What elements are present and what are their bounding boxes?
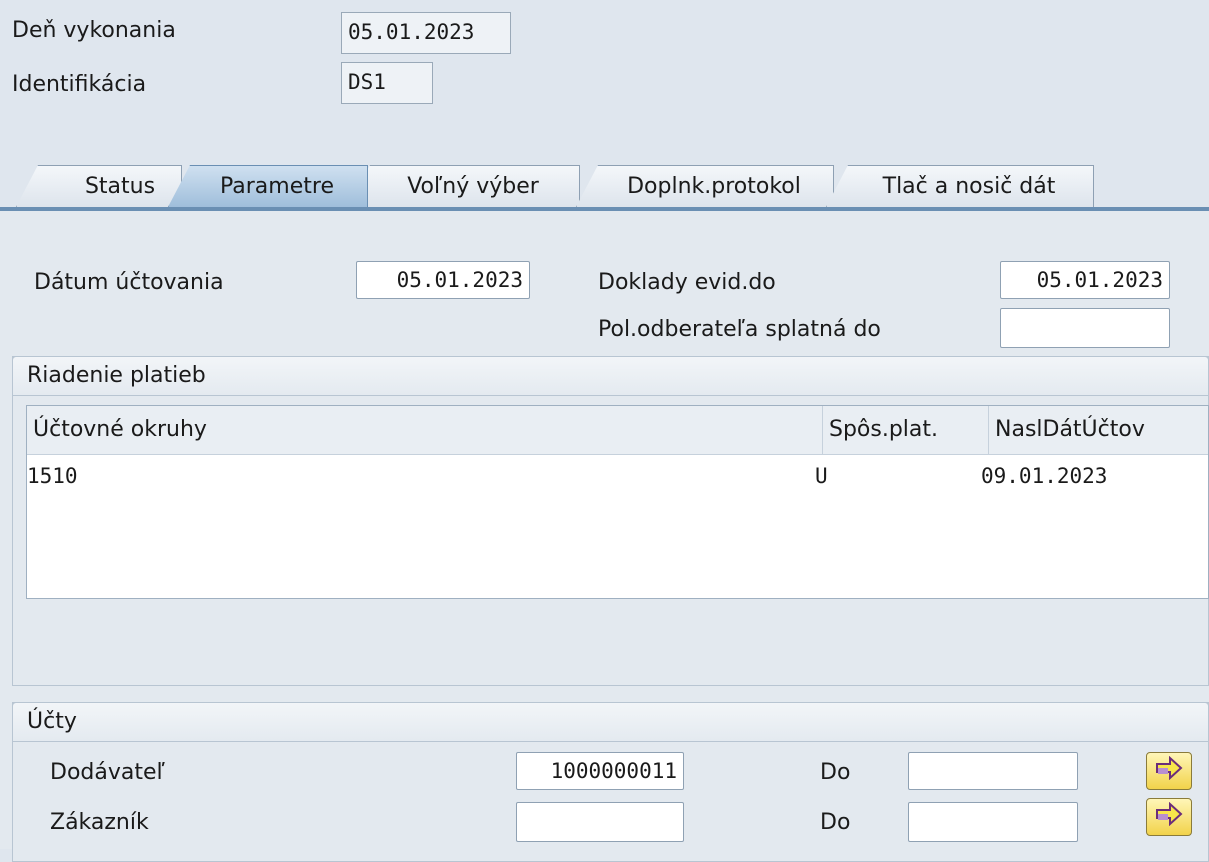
tab-status[interactable]: Status xyxy=(16,165,182,207)
den-vykonania-field: 05.01.2023 xyxy=(341,12,511,54)
dodavatel-do-label: Do xyxy=(820,760,851,785)
col-header-nasl-dat-uctov[interactable]: NaslDátÚčtov xyxy=(989,406,1209,454)
dodavatel-label: Dodávateľ xyxy=(50,760,165,785)
tab-doplnk-protokol[interactable]: Doplnk.protokol xyxy=(576,165,834,207)
zakaznik-input[interactable] xyxy=(516,802,684,842)
datum-uctovania-label: Dátum účtovania xyxy=(34,270,224,295)
doklady-evid-input[interactable]: 05.01.2023 xyxy=(1000,261,1170,299)
tab-status-label: Status xyxy=(84,174,156,199)
arrow-right-icon xyxy=(1155,801,1183,832)
identifikacia-field: DS1 xyxy=(341,62,433,104)
pol-odberatela-input[interactable] xyxy=(1000,308,1170,348)
tab-tlac-nosic[interactable]: Tlač a nosič dát xyxy=(826,165,1094,207)
col-header-uctovne-okruhy[interactable]: Účtovné okruhy xyxy=(27,406,823,454)
dodavatel-do-input[interactable] xyxy=(908,752,1078,790)
ucty-title: Účty xyxy=(12,702,1209,742)
table-header: Účtovné okruhy Spôs.plat. NaslDátÚčtov xyxy=(27,406,1208,455)
datum-uctovania-input[interactable]: 05.01.2023 xyxy=(356,261,530,299)
table-row-okruh[interactable]: 1510 xyxy=(27,464,78,488)
dodavatel-input[interactable]: 1000000011 xyxy=(516,752,684,790)
den-vykonania-label: Deň vykonania xyxy=(12,18,176,43)
table-row-datum[interactable]: 09.01.2023 xyxy=(981,464,1107,488)
tab-doplnk-protokol-label: Doplnk.protokol xyxy=(627,174,801,199)
tab-volny-vyber-label: Voľný výber xyxy=(407,174,539,199)
zakaznik-multiple-selection-button[interactable] xyxy=(1146,798,1192,836)
col-header-spos-plat[interactable]: Spôs.plat. xyxy=(823,406,989,454)
arrow-right-icon xyxy=(1155,755,1183,786)
payment-control-table: Účtovné okruhy Spôs.plat. NaslDátÚčtov 1… xyxy=(26,405,1209,599)
zakaznik-do-label: Do xyxy=(820,810,851,835)
dodavatel-multiple-selection-button[interactable] xyxy=(1146,752,1192,790)
pol-odberatela-label: Pol.odberateľa splatná do xyxy=(598,317,881,342)
riadenie-platieb-title: Riadenie platieb xyxy=(12,356,1209,396)
zakaznik-do-input[interactable] xyxy=(908,802,1078,842)
tab-tlac-nosic-label: Tlač a nosič dát xyxy=(882,174,1056,199)
tab-parametre-label: Parametre xyxy=(220,174,334,199)
identifikacia-label: Identifikácia xyxy=(12,72,147,97)
tab-volny-vyber[interactable]: Voľný výber xyxy=(348,165,580,207)
zakaznik-label: Zákazník xyxy=(50,810,149,835)
table-row-sposob[interactable]: U xyxy=(815,464,828,488)
doklady-evid-label: Doklady evid.do xyxy=(598,270,776,295)
tab-parametre[interactable]: Parametre xyxy=(168,165,368,207)
